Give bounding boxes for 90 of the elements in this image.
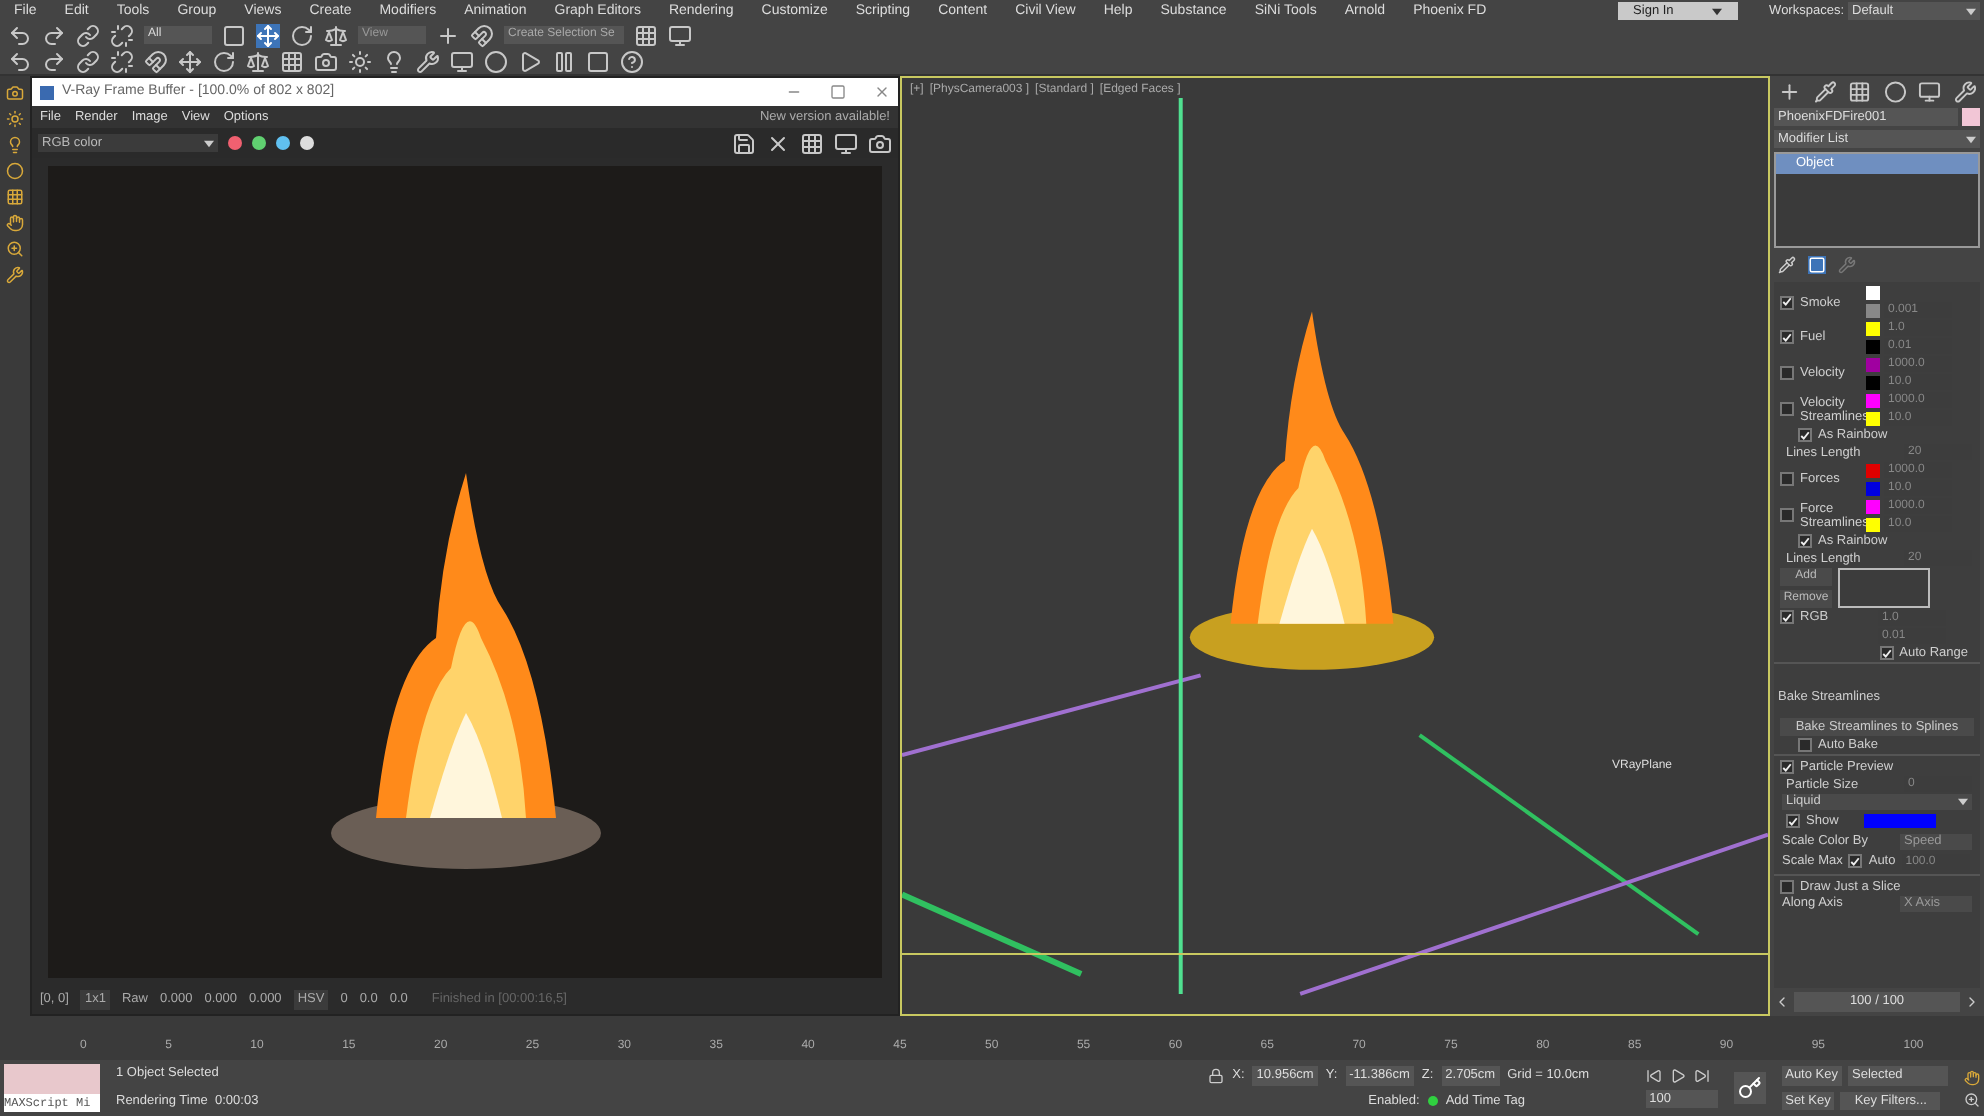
move-icon[interactable] — [178, 49, 202, 73]
color-swatch[interactable] — [1866, 357, 1880, 371]
sun-icon[interactable] — [348, 49, 372, 73]
magnet-icon[interactable] — [144, 49, 168, 73]
snap-icon[interactable] — [470, 23, 494, 47]
grid-icon[interactable] — [634, 23, 658, 47]
scale-icon[interactable] — [246, 49, 270, 73]
redo-icon[interactable] — [42, 49, 66, 73]
color-swatch[interactable] — [1866, 499, 1880, 513]
lock-icon[interactable] — [1208, 1067, 1225, 1084]
color-swatch[interactable] — [1866, 321, 1880, 335]
utilities-icon[interactable] — [1953, 80, 1976, 104]
checkbox[interactable] — [1798, 428, 1812, 442]
grid-icon[interactable] — [280, 49, 304, 73]
go-to-start-icon[interactable] — [1645, 1067, 1662, 1084]
checkbox[interactable] — [1780, 472, 1794, 486]
help-icon[interactable] — [620, 49, 644, 73]
wrench-icon[interactable] — [416, 49, 440, 73]
color-swatch[interactable] — [1866, 286, 1880, 300]
stop-icon[interactable] — [586, 49, 610, 73]
lightbulb-icon[interactable] — [382, 49, 406, 73]
alpha-channel-icon[interactable] — [300, 136, 314, 150]
move-icon[interactable] — [256, 23, 280, 47]
undo-icon[interactable] — [8, 23, 32, 47]
monitor-icon[interactable] — [450, 49, 474, 73]
monitor-icon[interactable] — [668, 23, 692, 47]
checkbox[interactable] — [1780, 879, 1794, 893]
checkbox[interactable] — [1798, 738, 1812, 752]
lightbulb-icon[interactable] — [6, 136, 24, 154]
caret-icon — [1966, 135, 1976, 143]
rotate-icon[interactable] — [290, 23, 314, 47]
close-icon[interactable] — [874, 84, 890, 100]
zoom-icon[interactable] — [1964, 1091, 1980, 1107]
unlink-icon[interactable] — [110, 23, 134, 47]
checkbox[interactable] — [1780, 330, 1794, 344]
color-swatch[interactable] — [1866, 481, 1880, 495]
checkbox[interactable] — [1786, 814, 1800, 829]
checkbox[interactable] — [1879, 646, 1894, 660]
sun-icon[interactable] — [6, 110, 24, 128]
checkbox[interactable] — [1848, 854, 1863, 869]
color-swatch[interactable] — [1866, 411, 1880, 425]
play-icon[interactable] — [1669, 1067, 1686, 1084]
checkbox[interactable] — [1780, 760, 1794, 774]
undo-icon[interactable] — [8, 49, 32, 73]
object-color-swatch[interactable] — [1962, 108, 1980, 126]
set-key-icon[interactable] — [1733, 1072, 1766, 1104]
preview-box — [1838, 568, 1930, 608]
next-icon[interactable] — [1964, 994, 1980, 1011]
link-icon[interactable] — [76, 23, 100, 47]
color-swatch[interactable] — [1866, 375, 1880, 389]
checkbox[interactable] — [1780, 610, 1794, 624]
save-icon[interactable] — [732, 131, 756, 155]
caret-icon — [204, 139, 214, 147]
color-swatch[interactable] — [1866, 339, 1880, 353]
zoom-icon[interactable] — [6, 240, 24, 258]
circle-icon[interactable] — [6, 162, 24, 180]
wrench-icon[interactable] — [6, 266, 24, 284]
caret-icon — [1711, 7, 1722, 15]
hand-icon[interactable] — [6, 214, 24, 232]
color-swatch[interactable] — [1866, 303, 1880, 317]
play-icon[interactable] — [518, 49, 542, 73]
grid-icon[interactable] — [6, 188, 24, 206]
camera-icon[interactable] — [314, 49, 338, 73]
unlink-icon[interactable] — [110, 49, 134, 73]
color-swatch[interactable] — [1866, 393, 1880, 407]
app-logo-icon — [40, 85, 54, 99]
display-icon[interactable] — [1918, 80, 1941, 104]
pan-icon[interactable] — [1964, 1069, 1980, 1085]
rotate-icon[interactable] — [212, 49, 236, 73]
checkbox[interactable] — [1780, 295, 1794, 309]
color-swatch[interactable] — [1866, 463, 1880, 477]
camera-icon[interactable] — [6, 84, 24, 102]
clear-icon[interactable] — [766, 131, 790, 155]
scale-icon[interactable] — [324, 23, 348, 47]
caret-icon — [1966, 7, 1976, 15]
go-to-end-icon[interactable] — [1693, 1067, 1710, 1084]
circle-icon[interactable] — [484, 49, 508, 73]
pause-icon[interactable] — [552, 49, 576, 73]
link-icon[interactable] — [76, 49, 100, 73]
color-swatch[interactable] — [1864, 814, 1936, 829]
checkbox[interactable] — [1798, 534, 1812, 548]
color-swatch[interactable] — [1866, 517, 1880, 531]
redo-icon[interactable] — [42, 23, 66, 47]
checkbox[interactable] — [1780, 402, 1794, 416]
previous-icon[interactable] — [1774, 994, 1790, 1011]
create-icon[interactable] — [1778, 80, 1801, 104]
checkbox[interactable] — [1780, 508, 1794, 522]
checkbox[interactable] — [1780, 366, 1794, 380]
monitor-icon[interactable] — [834, 131, 858, 155]
caret-icon — [1958, 798, 1968, 806]
